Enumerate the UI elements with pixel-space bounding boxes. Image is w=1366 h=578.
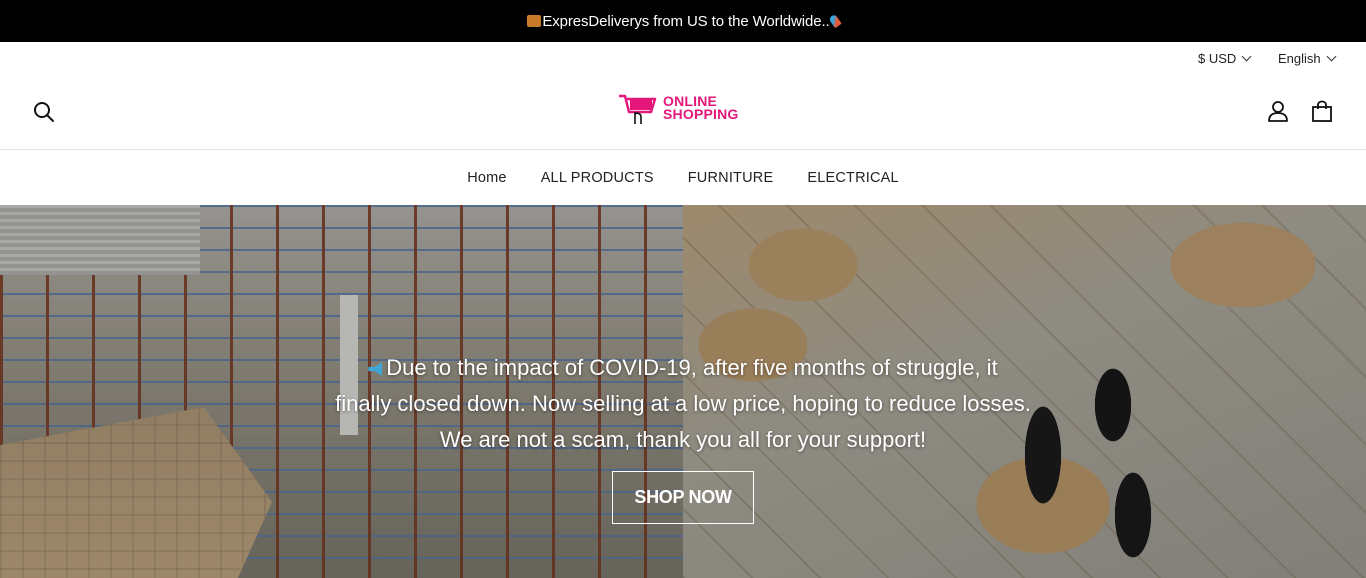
rocket-icon [827, 13, 842, 29]
account-button[interactable] [1267, 100, 1289, 127]
hero-line-1-text: Due to the impact of COVID-19, after fiv… [386, 355, 998, 380]
hero-banner: Due to the impact of COVID-19, after fiv… [0, 205, 1366, 578]
user-icon [1268, 101, 1288, 122]
main-navigation: Home ALL PRODUCTS FURNITURE ELECTRICAL [0, 150, 1366, 205]
logo-text: ONLINE SHOPPING [663, 94, 739, 122]
logo-line2: SHOPPING [663, 106, 739, 122]
chevron-down-icon [1241, 51, 1252, 62]
megaphone-icon [368, 362, 383, 376]
site-logo[interactable]: ONLINE SHOPPING [617, 88, 749, 128]
announcement-bar: ExpresDeliverys from US to the Worldwide… [0, 0, 1366, 42]
language-selector[interactable]: English [1278, 51, 1337, 66]
chevron-down-icon [1326, 51, 1337, 62]
currency-label: $ USD [1198, 51, 1237, 66]
language-label: English [1278, 51, 1321, 66]
hero-message: Due to the impact of COVID-19, after fiv… [283, 350, 1083, 458]
briefcase-icon [527, 15, 542, 27]
announcement-text: ExpresDeliverys from US to the Worldwide… [542, 12, 830, 30]
nav-item-home[interactable]: Home [467, 170, 506, 186]
shopping-bag-icon [1312, 100, 1332, 122]
site-header: ONLINE SHOPPING [0, 78, 1366, 149]
cart-button[interactable] [1311, 100, 1333, 127]
search-button[interactable] [33, 101, 55, 128]
search-icon [34, 102, 54, 122]
shopping-cart-logo-icon [619, 94, 657, 124]
shop-now-button[interactable]: SHOP NOW [612, 471, 754, 524]
hero-line-1: Due to the impact of COVID-19, after fiv… [283, 350, 1083, 386]
utility-bar: $ USD English [0, 42, 1366, 78]
hero-line-3: We are not a scam, thank you all for you… [439, 427, 927, 452]
currency-selector[interactable]: $ USD [1198, 51, 1252, 66]
nav-item-all-products[interactable]: ALL PRODUCTS [541, 170, 654, 186]
nav-item-electrical[interactable]: ELECTRICAL [807, 170, 898, 186]
nav-item-furniture[interactable]: FURNITURE [688, 170, 774, 186]
hero-line-2: finally closed down. Now selling at a lo… [335, 391, 1031, 416]
